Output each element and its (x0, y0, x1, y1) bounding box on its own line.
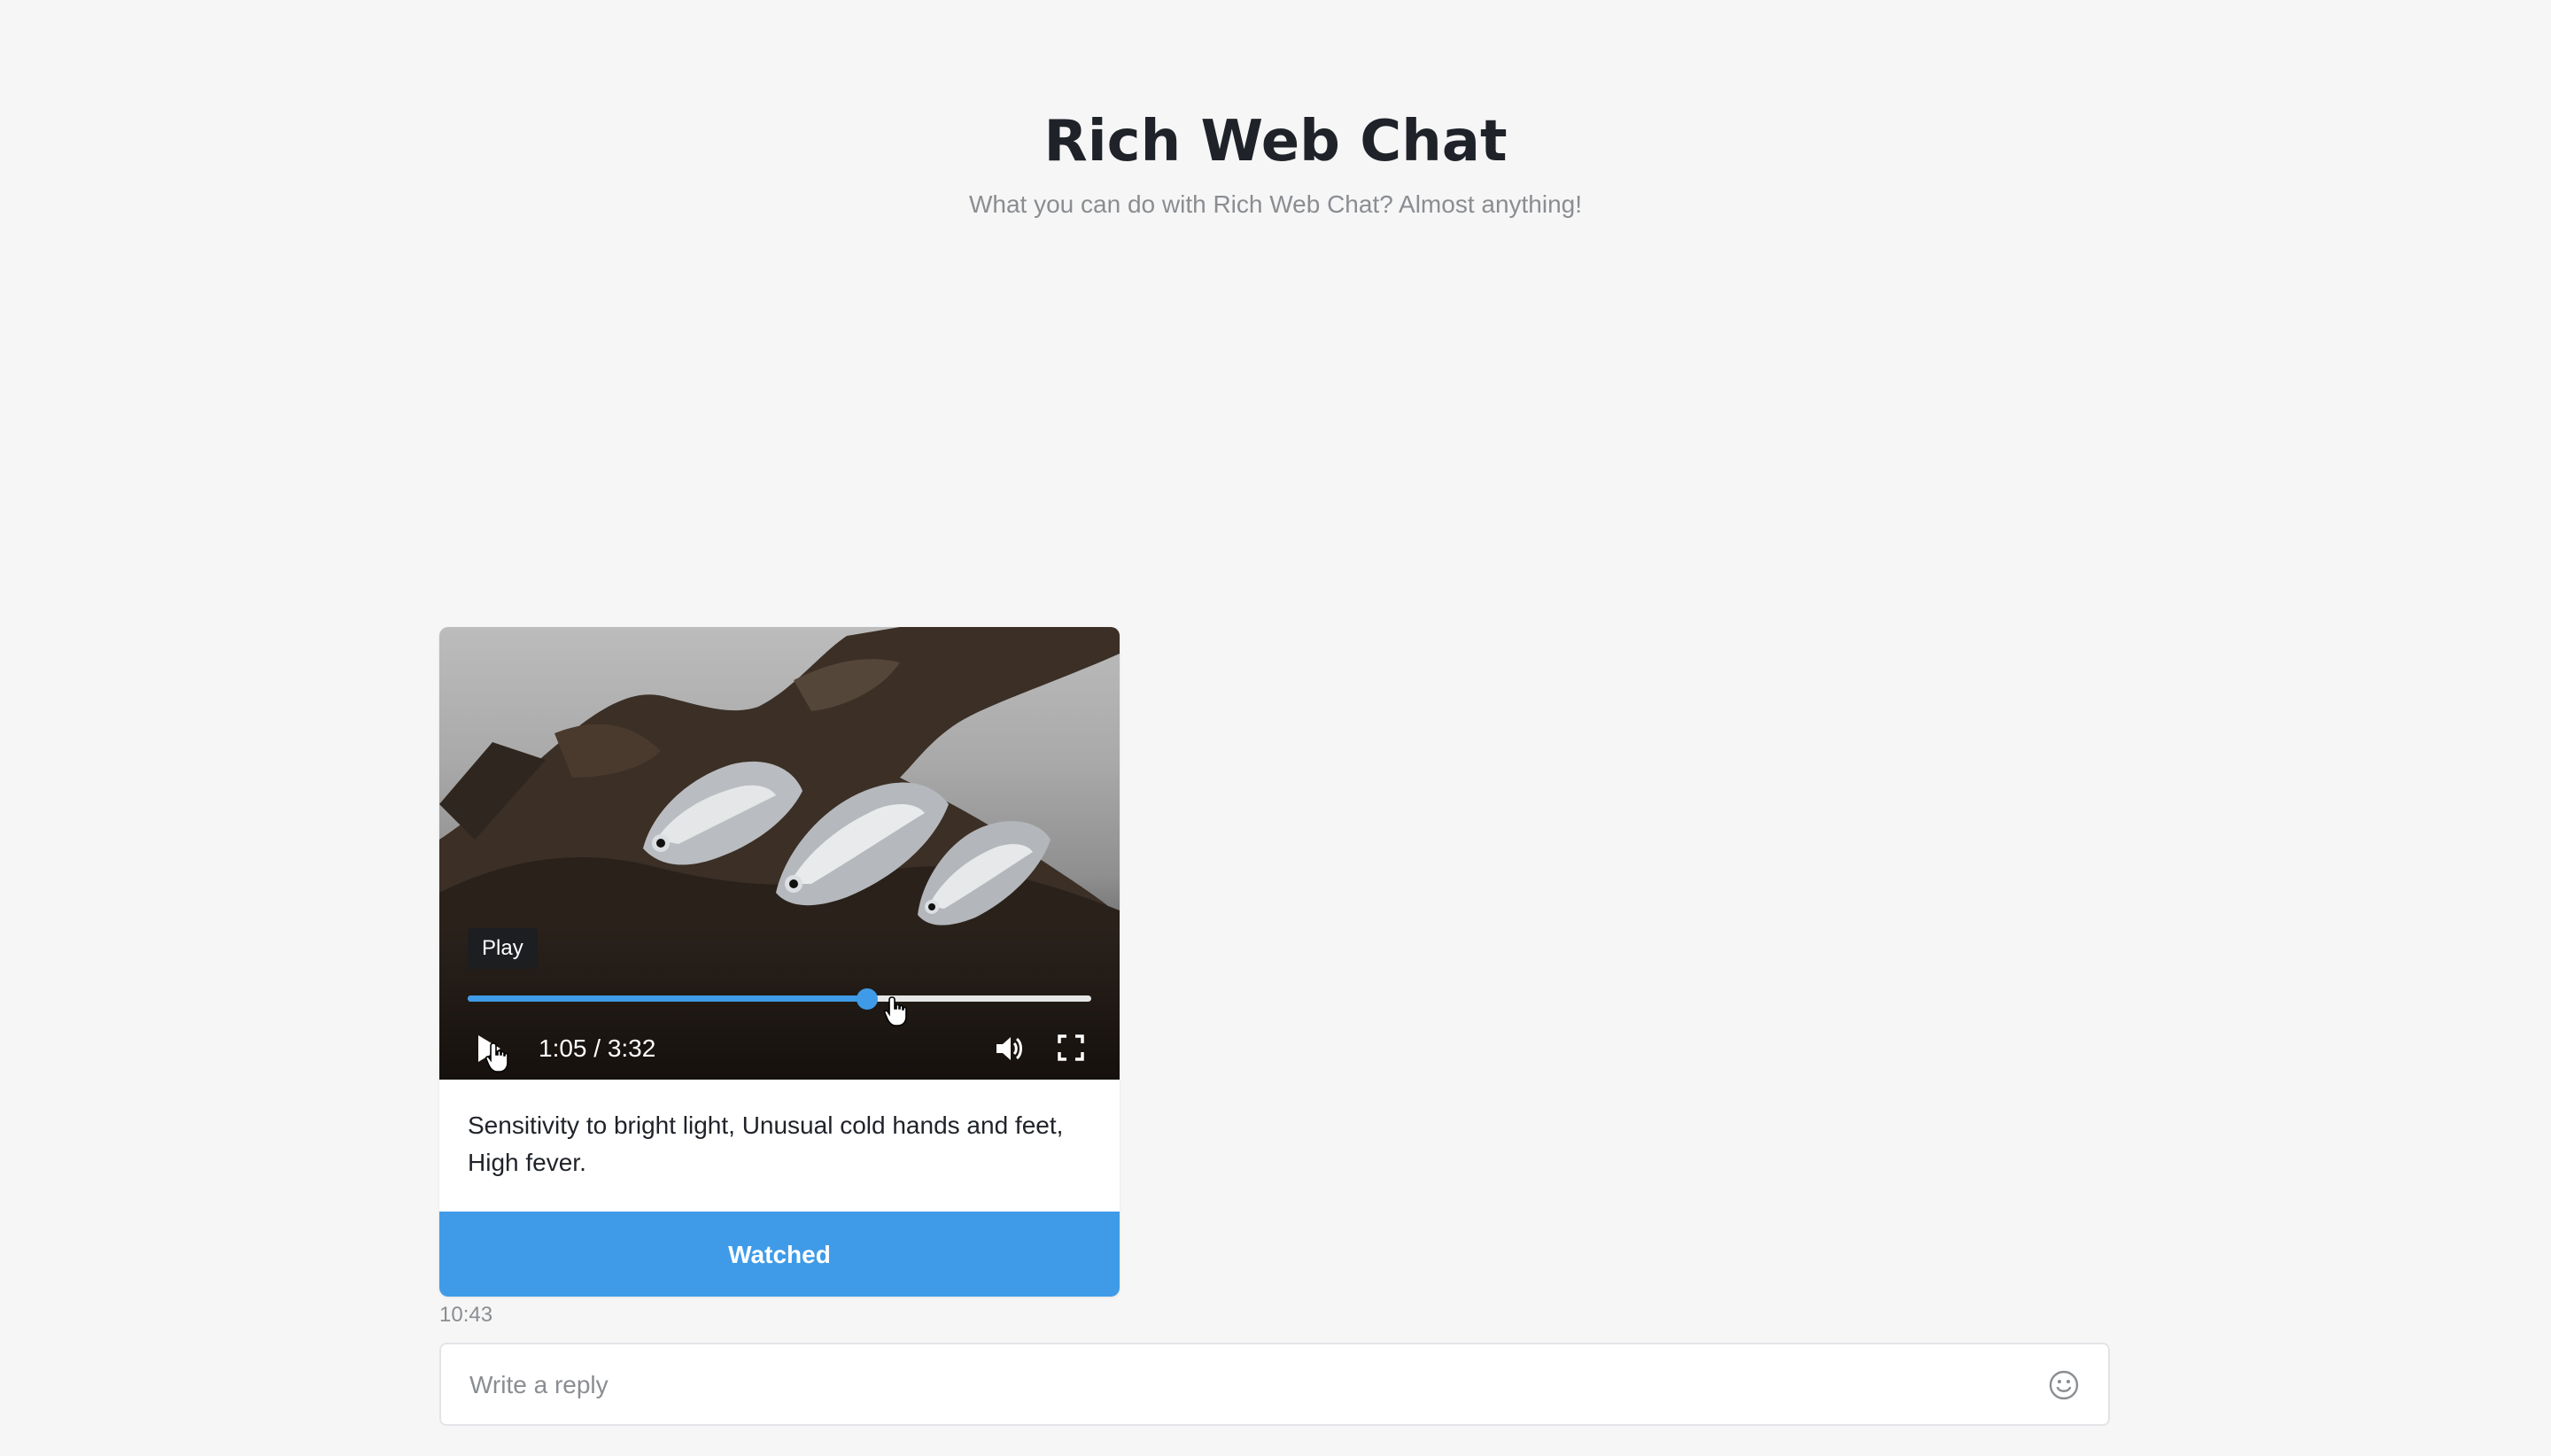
hand-cursor-icon (485, 1042, 508, 1073)
video-player[interactable]: Play 1:05 / 3:32 (439, 627, 1120, 1080)
video-progress-fill (468, 995, 867, 1002)
fullscreen-icon[interactable] (1058, 1034, 1084, 1061)
reply-composer (439, 1343, 2110, 1426)
video-time: 1:05 / 3:32 (539, 1034, 656, 1062)
watched-button[interactable]: Watched (439, 1212, 1120, 1297)
video-progress-thumb[interactable] (856, 988, 878, 1010)
hand-cursor-icon (884, 996, 907, 1026)
smiley-icon[interactable] (2048, 1369, 2080, 1401)
play-tooltip: Play (468, 928, 538, 969)
volume-icon[interactable] (994, 1033, 1026, 1065)
page-header: Rich Web Chat What you can do with Rich … (0, 106, 2551, 220)
video-message-card: Play 1:05 / 3:32 Sensitivity to bright l… (439, 627, 1120, 1297)
page-subtitle: What you can do with Rich Web Chat? Almo… (968, 190, 1583, 218)
message-text: Sensitivity to bright light, Unusual col… (468, 1111, 1064, 1176)
message-timestamp: 10:43 (439, 1303, 493, 1327)
video-progress-bar[interactable] (468, 988, 1091, 1010)
chat-page: Rich Web Chat What you can do with Rich … (0, 0, 2551, 1456)
page-title: Rich Web Chat (1043, 109, 1508, 174)
reply-input[interactable] (468, 1344, 2030, 1426)
video-controls: 1:05 / 3:32 (439, 1027, 1120, 1072)
